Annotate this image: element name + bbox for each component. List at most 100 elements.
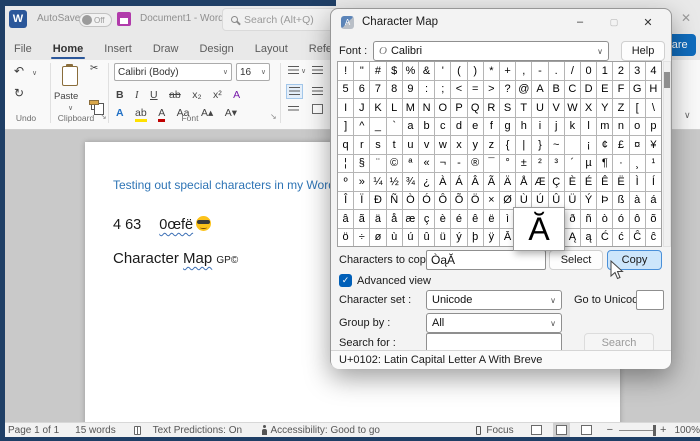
shading-button[interactable] bbox=[288, 106, 299, 112]
charmap-cell[interactable]: Ć bbox=[597, 229, 612, 247]
charmap-cell[interactable]: ñ bbox=[581, 210, 596, 228]
charmap-cell[interactable]: L bbox=[387, 99, 402, 117]
charmap-cell[interactable]: Ã bbox=[484, 173, 499, 191]
charmap-cell[interactable]: g bbox=[500, 118, 515, 136]
charmap-cell[interactable]: 6 bbox=[354, 81, 369, 99]
collapse-ribbon-button[interactable]: ∨ bbox=[684, 110, 691, 121]
font-size-combo[interactable]: 16 ∨ bbox=[236, 63, 270, 81]
charmap-cell[interactable]: p bbox=[646, 118, 661, 136]
charmap-cell[interactable]: ć bbox=[613, 229, 628, 247]
zoom-level[interactable]: 100% bbox=[674, 425, 700, 436]
charmap-cell[interactable]: ý bbox=[451, 229, 466, 247]
charmap-cell[interactable]: ) bbox=[468, 62, 483, 80]
tab-draw[interactable]: Draw bbox=[153, 43, 179, 55]
charmap-cell[interactable]: â bbox=[338, 210, 353, 228]
charmap-cell[interactable]: ¢ bbox=[597, 136, 612, 154]
charmap-cell[interactable]: + bbox=[500, 62, 515, 80]
tab-home[interactable]: Home bbox=[53, 43, 84, 55]
charmap-cell[interactable]: è bbox=[435, 210, 450, 228]
charmap-cell[interactable]: @ bbox=[516, 81, 531, 99]
charmap-cell[interactable]: I bbox=[338, 99, 353, 117]
charmap-cell[interactable]: É bbox=[581, 173, 596, 191]
charmap-cell[interactable]: Ï bbox=[354, 192, 369, 210]
charmap-cell[interactable]: f bbox=[484, 118, 499, 136]
charmap-cell[interactable]: F bbox=[613, 81, 628, 99]
charmap-cell[interactable]: « bbox=[419, 155, 434, 173]
charmap-cell[interactable]: y bbox=[468, 136, 483, 154]
charmap-cell[interactable]: Ü bbox=[565, 192, 580, 210]
charmap-cell[interactable]: 2 bbox=[613, 62, 628, 80]
charmap-cell[interactable]: Ä bbox=[500, 173, 515, 191]
clear-formatting-button[interactable]: A bbox=[233, 89, 240, 101]
charmap-cell[interactable]: á bbox=[646, 192, 661, 210]
cut-button[interactable]: ✂ bbox=[90, 63, 98, 74]
charmap-cell[interactable]: N bbox=[419, 99, 434, 117]
charmap-cell[interactable]: t bbox=[387, 136, 402, 154]
charmap-cell[interactable]: Â bbox=[468, 173, 483, 191]
charmap-cell[interactable]: ¸ bbox=[630, 155, 645, 173]
charmap-cell[interactable]: s bbox=[370, 136, 385, 154]
charmap-cell[interactable]: ã bbox=[354, 210, 369, 228]
text-predictions-status[interactable]: Text Predictions: On bbox=[153, 425, 242, 436]
goto-unicode-field[interactable] bbox=[636, 290, 664, 310]
charmap-cell[interactable]: Ô bbox=[435, 192, 450, 210]
charmap-cell[interactable]: ] bbox=[338, 118, 353, 136]
web-layout-button[interactable] bbox=[578, 422, 595, 438]
charmap-cell[interactable]: Æ bbox=[532, 173, 547, 191]
charmap-cell[interactable]: ç bbox=[419, 210, 434, 228]
focus-button[interactable]: Focus bbox=[486, 425, 513, 436]
charmap-cell[interactable]: à bbox=[630, 192, 645, 210]
charmap-cell[interactable]: ĉ bbox=[646, 229, 661, 247]
charmap-cell[interactable]: õ bbox=[646, 210, 661, 228]
charmap-cell[interactable]: Ë bbox=[613, 173, 628, 191]
charmap-cell[interactable]: ' bbox=[435, 62, 450, 80]
charmap-cell[interactable]: ą bbox=[581, 229, 596, 247]
charmap-cell[interactable]: 5 bbox=[338, 81, 353, 99]
chevron-down-icon[interactable]: ∨ bbox=[68, 104, 73, 112]
strikethrough-button[interactable]: ab bbox=[169, 89, 181, 101]
charmap-cell[interactable]: k bbox=[565, 118, 580, 136]
charmap-cell[interactable]: : bbox=[419, 81, 434, 99]
charmap-cell[interactable]: ³ bbox=[549, 155, 564, 173]
underline-button[interactable]: U bbox=[150, 89, 158, 101]
charmap-cell[interactable]: ë bbox=[484, 210, 499, 228]
charmap-cell[interactable]: " bbox=[354, 62, 369, 80]
charmap-cell[interactable]: l bbox=[581, 118, 596, 136]
charmap-cell[interactable]: P bbox=[451, 99, 466, 117]
highlight-color-button[interactable]: ab bbox=[135, 107, 147, 122]
charmap-cell[interactable]: ° bbox=[500, 155, 515, 173]
charmap-cell[interactable]: Ą bbox=[565, 229, 580, 247]
chevron-down-icon[interactable]: ∨ bbox=[32, 69, 37, 77]
charmap-cell[interactable]: G bbox=[630, 81, 645, 99]
charmap-cell[interactable]: æ bbox=[403, 210, 418, 228]
charmap-cell[interactable]: Ĉ bbox=[630, 229, 645, 247]
charmap-titlebar[interactable]: A Character Map – ▢ ✕ bbox=[331, 9, 671, 35]
borders-button[interactable] bbox=[312, 104, 323, 114]
charmap-cell[interactable]: d bbox=[451, 118, 466, 136]
charmap-cell[interactable]: > bbox=[484, 81, 499, 99]
tab-design[interactable]: Design bbox=[199, 43, 233, 55]
minimize-button[interactable]: – bbox=[563, 9, 597, 35]
charmap-cell[interactable]: w bbox=[435, 136, 450, 154]
charmap-cell[interactable]: é bbox=[451, 210, 466, 228]
charmap-cell[interactable]: ß bbox=[613, 192, 628, 210]
charmap-cell[interactable]: Å bbox=[516, 173, 531, 191]
charmap-cell[interactable]: i bbox=[532, 118, 547, 136]
charmap-cell[interactable]: { bbox=[500, 136, 515, 154]
charmap-cell[interactable]: Þ bbox=[597, 192, 612, 210]
subscript-button[interactable]: x₂ bbox=[192, 89, 201, 101]
charmap-cell[interactable]: © bbox=[387, 155, 402, 173]
italic-button[interactable]: I bbox=[135, 90, 139, 101]
group-by-dropdown[interactable]: All ∨ bbox=[426, 313, 562, 333]
charmap-cell[interactable]: º bbox=[338, 173, 353, 191]
zoom-slider-thumb[interactable] bbox=[653, 425, 656, 436]
charmap-cell[interactable]: * bbox=[484, 62, 499, 80]
charmap-cell[interactable]: û bbox=[419, 229, 434, 247]
charmap-cell[interactable]: Í bbox=[646, 173, 661, 191]
charmap-cell[interactable]: j bbox=[549, 118, 564, 136]
charmap-cell[interactable]: R bbox=[484, 99, 499, 117]
advanced-view-checkbox[interactable]: ✓ bbox=[339, 274, 352, 287]
select-button[interactable]: Select bbox=[549, 250, 603, 270]
charmap-cell[interactable]: ¹ bbox=[646, 155, 661, 173]
charmap-cell[interactable]: Ò bbox=[403, 192, 418, 210]
